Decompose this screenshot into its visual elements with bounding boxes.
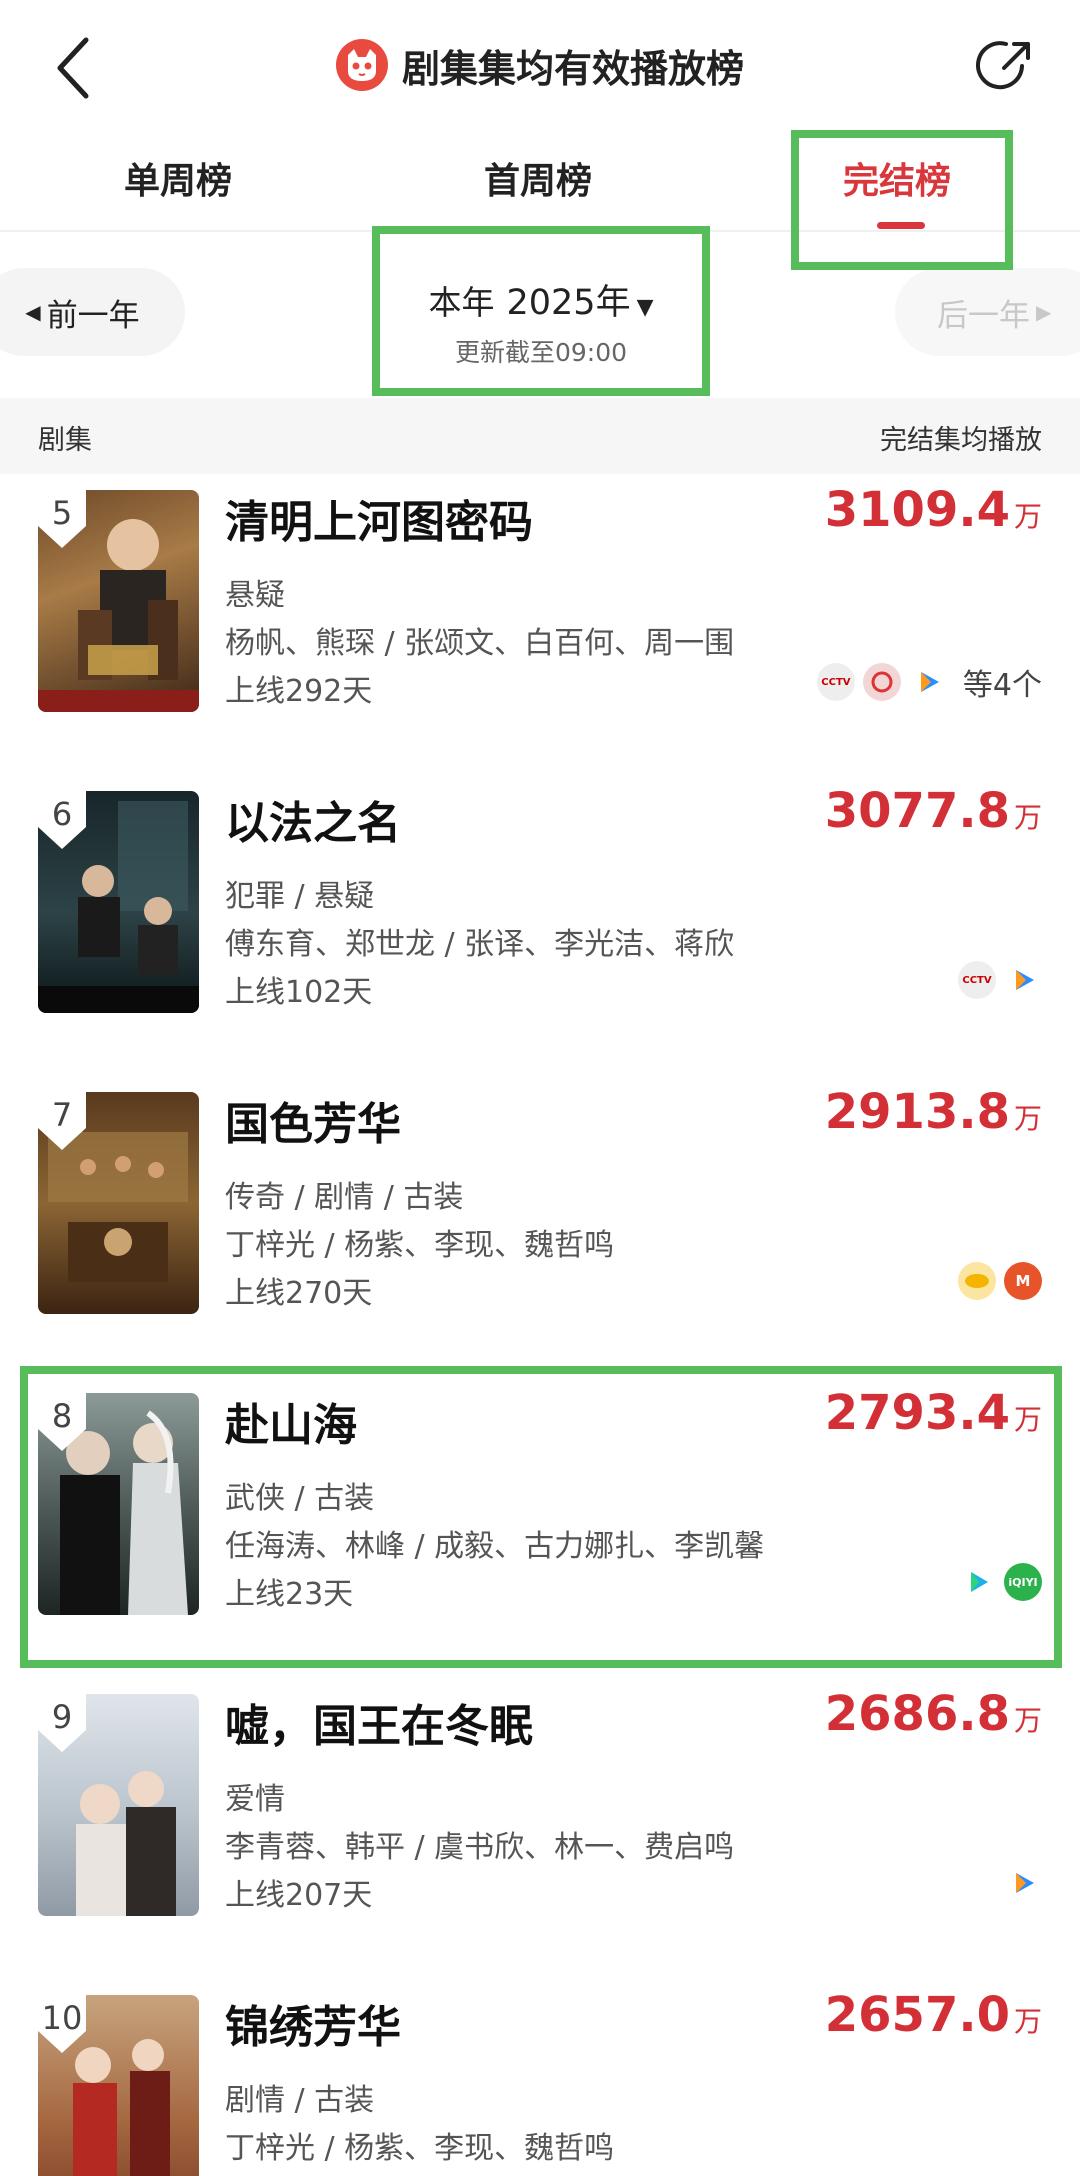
- cat-logo-icon: [335, 39, 388, 91]
- platform-icons: CCTV 等4个: [816, 660, 1042, 704]
- list-item[interactable]: 5 清明上河图密码 悬疑 杨帆、熊琛 / 张颂文、白百何、周一围 上线292天 …: [0, 474, 1080, 774]
- play-value: 3077.8 万: [824, 783, 1042, 839]
- drama-genre: 剧情 / 古装: [225, 2083, 375, 2118]
- mgtv-icon: M: [1004, 1262, 1042, 1300]
- tab-weekly[interactable]: 单周榜: [124, 152, 232, 204]
- top-bar: 剧集集均有效播放榜: [0, 0, 1080, 130]
- drama-cast: 丁梓光 / 杨紫、李现、魏哲鸣: [225, 1228, 615, 1263]
- days-online: 上线102天: [225, 975, 373, 1010]
- drama-title: 国色芳华: [225, 1099, 401, 1150]
- days-online: 上线292天: [225, 674, 373, 709]
- list-item[interactable]: 6 以法之名 犯罪 / 悬疑 傅东育、郑世龙 / 张译、李光洁、蒋欣 上线102…: [0, 775, 1080, 1075]
- tencent-video-icon: [1004, 1864, 1042, 1902]
- drama-cast: 傅东育、郑世龙 / 张译、李光洁、蒋欣: [225, 927, 735, 962]
- share-icon[interactable]: [976, 36, 1036, 96]
- title-group: 剧集集均有效播放榜: [0, 30, 1080, 100]
- drama-title: 嘘，国王在冬眠: [225, 1701, 533, 1752]
- prev-year-label: 前一年: [46, 297, 140, 334]
- drama-cast: 李青蓉、韩平 / 虞书欣、林一、费启鸣: [225, 1830, 735, 1865]
- play-value: 3109.4 万: [824, 482, 1042, 538]
- caret-right-icon: ▶: [1036, 300, 1052, 324]
- highlight-rank-8: [20, 1366, 1062, 1668]
- drama-title: 以法之名: [225, 798, 401, 849]
- drama-genre: 悬疑: [225, 578, 285, 613]
- next-year-label: 后一年: [937, 297, 1030, 334]
- circle-icon: [862, 663, 901, 701]
- drama-genre: 犯罪 / 悬疑: [225, 879, 375, 914]
- platform-icons: M: [958, 1262, 1042, 1300]
- column-drama: 剧集: [38, 425, 92, 456]
- highlight-finished-tab: [791, 130, 1013, 270]
- column-avg-play: 完结集均播放: [880, 425, 1042, 456]
- drama-cast: 杨帆、熊琛 / 张颂文、白百何、周一围: [225, 626, 735, 661]
- drama-title: 清明上河图密码: [225, 497, 533, 548]
- prev-year-button[interactable]: ◀ 前一年: [0, 268, 185, 356]
- tencent-video-icon: [908, 663, 947, 701]
- page-title: 剧集集均有效播放榜: [401, 46, 744, 91]
- play-value: 2657.0 万: [824, 1987, 1042, 2043]
- drama-genre: 爱情: [225, 1782, 285, 1817]
- more-platforms[interactable]: 等4个: [963, 660, 1042, 704]
- drama-genre: 传奇 / 剧情 / 古装: [225, 1180, 464, 1215]
- platform-icons: CCTV: [958, 961, 1042, 999]
- play-value: 2686.8 万: [824, 1686, 1042, 1742]
- list-item[interactable]: 10 锦绣芳华 剧情 / 古装 丁梓光 / 杨紫、李现、魏哲鸣 2657.0 万: [0, 1979, 1080, 2176]
- highlight-year-selector: [372, 226, 710, 396]
- days-online: 上线207天: [225, 1878, 373, 1913]
- list-item[interactable]: 7 国色芳华 传奇 / 剧情 / 古装 丁梓光 / 杨紫、李现、魏哲鸣 上线27…: [0, 1076, 1080, 1376]
- column-header: 剧集 完结集均播放: [0, 398, 1080, 474]
- tencent-video-icon: [1004, 961, 1042, 999]
- mango-icon: [958, 1262, 996, 1300]
- cctv-icon: CCTV: [958, 961, 996, 999]
- days-online: 上线270天: [225, 1276, 373, 1311]
- cctv-icon: CCTV: [816, 663, 855, 701]
- list-item[interactable]: 嘘 9 嘘，国王在冬眠 爱情 李青蓉、韩平 / 虞书欣、林一、费启鸣 上线207…: [0, 1678, 1080, 1978]
- play-value: 2913.8 万: [824, 1084, 1042, 1140]
- drama-cast: 丁梓光 / 杨紫、李现、魏哲鸣: [225, 2131, 615, 2166]
- tab-first-week[interactable]: 首周榜: [484, 152, 592, 204]
- platform-icons: [1004, 1864, 1042, 1902]
- next-year-button[interactable]: 后一年 ▶: [895, 268, 1080, 356]
- caret-left-icon: ◀: [25, 300, 41, 324]
- drama-title: 锦绣芳华: [225, 2002, 401, 2053]
